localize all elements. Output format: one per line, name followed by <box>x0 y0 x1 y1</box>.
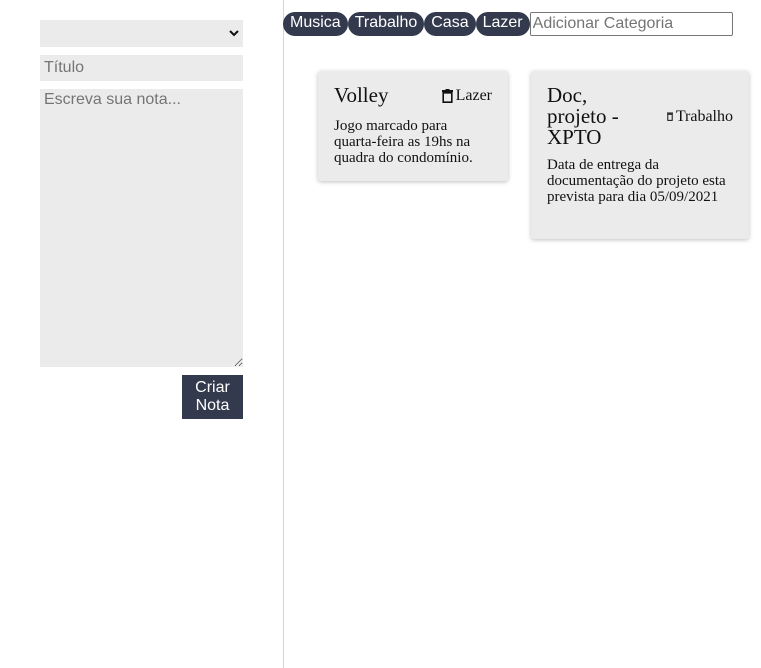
add-category-input[interactable] <box>529 12 733 36</box>
note-card-header: Doc, projeto - XPTO Trabalho <box>547 85 733 148</box>
note-body: Jogo marcado para quarta-feira as 19hs n… <box>334 118 473 166</box>
note-card: Volley Lazer Jogo marcado para quarta-fe… <box>318 71 508 181</box>
note-card-header: Volley Lazer <box>334 85 492 106</box>
category-chip-casa[interactable]: Casa <box>424 12 476 36</box>
title-input[interactable] <box>40 55 243 81</box>
category-select[interactable] <box>40 20 243 47</box>
note-category-label: Trabalho <box>675 107 733 125</box>
category-chip-musica[interactable]: Musica <box>283 12 348 36</box>
create-note-button[interactable]: Criar Nota <box>182 375 243 419</box>
note-category: Trabalho <box>666 107 733 126</box>
note-card: Doc, projeto - XPTO Trabalho Data de ent… <box>531 71 749 239</box>
trash-icon[interactable] <box>666 112 673 121</box>
chevron-down-icon <box>229 30 239 37</box>
note-category: Lazer <box>441 86 492 105</box>
note-title: Volley <box>334 83 389 107</box>
note-body: Data de entrega da documentação do proje… <box>547 157 726 205</box>
note-textarea[interactable] <box>40 89 243 367</box>
category-chip-lazer[interactable]: Lazer <box>475 12 530 36</box>
category-chip-trabalho[interactable]: Trabalho <box>347 12 425 36</box>
note-form-panel: Criar Nota <box>0 0 284 668</box>
note-category-label: Lazer <box>455 86 492 104</box>
trash-icon[interactable] <box>441 88 453 103</box>
note-title: Doc, projeto - XPTO <box>547 83 619 149</box>
category-bar: Musica Trabalho Casa Lazer <box>283 12 733 36</box>
